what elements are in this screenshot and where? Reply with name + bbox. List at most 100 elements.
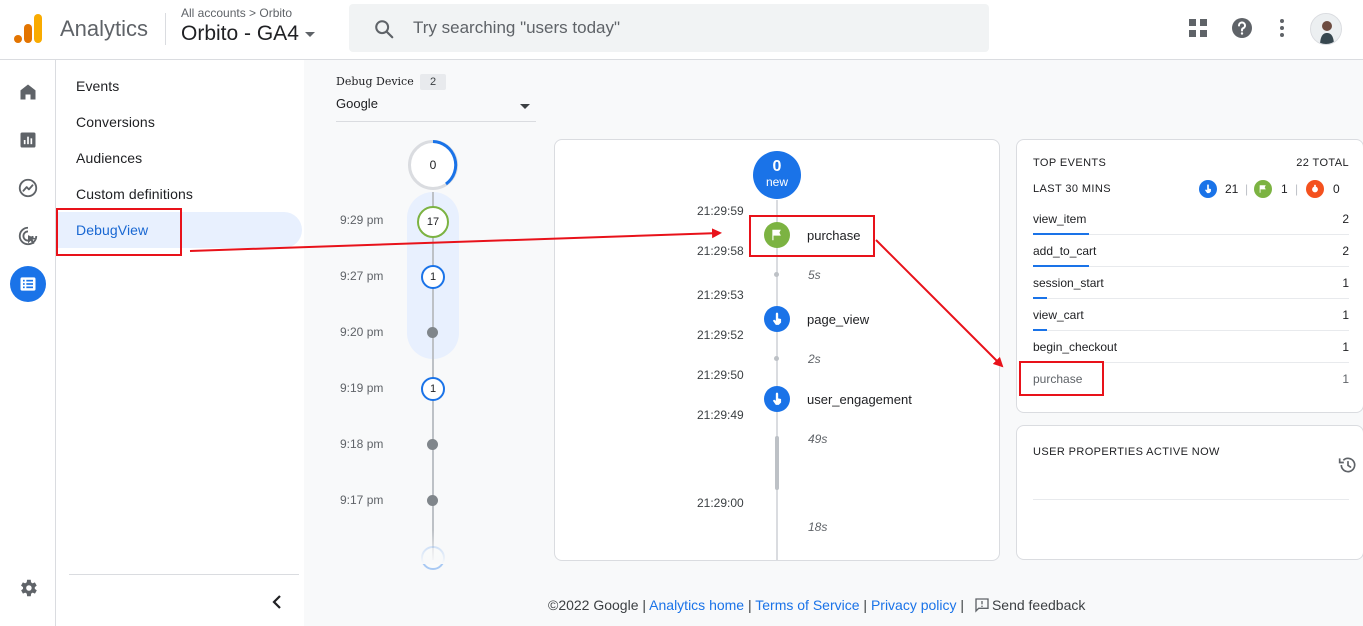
minute-label: 9:20 pm [340, 325, 384, 339]
top-event-name: view_item [1033, 212, 1087, 226]
top-event-row[interactable]: view_cart 1 [1033, 299, 1349, 331]
seconds-stream-card: 0 new 21:29:59 21:29:58 21:29:53 21:29:5… [554, 139, 1000, 561]
seconds-gap-segment [775, 436, 779, 490]
new-events-badge[interactable]: 0 new [753, 151, 801, 199]
minute-label: 9:18 pm [340, 437, 384, 451]
footer-separator: | [747, 597, 752, 613]
rail-advertising-button[interactable] [10, 218, 46, 254]
event-gap-duration: 18s [808, 520, 828, 534]
events-count-icon [1199, 180, 1217, 198]
errors-count-icon [1306, 180, 1324, 198]
top-event-row[interactable]: add_to_cart 2 [1033, 235, 1349, 267]
chevron-left-icon[interactable] [265, 590, 289, 614]
search-input[interactable] [413, 13, 973, 43]
event-timestamp: 21:29:00 [697, 496, 744, 510]
feedback-icon [975, 598, 989, 613]
footer-analytics-home-link[interactable]: Analytics home [649, 597, 744, 613]
count-separator: | [1245, 182, 1249, 196]
events-count: 21 [1225, 182, 1239, 196]
top-events-title: TOP EVENTS [1033, 157, 1107, 169]
new-events-label: new [765, 175, 788, 189]
conversions-count: 1 [1281, 182, 1288, 196]
home-icon [20, 84, 36, 100]
rail-configure-button[interactable] [10, 266, 46, 302]
debug-device-label: Debug Device [336, 75, 414, 88]
minute-count-circle[interactable]: 1 [421, 265, 445, 289]
send-feedback-label: Send feedback [991, 597, 1086, 613]
top-event-row[interactable]: session_start 1 [1033, 267, 1349, 299]
analytics-logo-icon[interactable] [14, 13, 42, 43]
footer-privacy-link[interactable]: Privacy policy [871, 597, 957, 613]
minutes-current-count: 0 [408, 140, 458, 190]
minute-count-circle[interactable]: 17 [417, 206, 449, 238]
avatar-icon [1311, 14, 1341, 44]
nav-divider [69, 574, 299, 575]
new-events-count: 0 [772, 158, 782, 175]
event-row-page-view[interactable] [764, 306, 790, 332]
account-breadcrumb[interactable]: All accounts > Orbito [181, 6, 292, 20]
header-divider [165, 13, 166, 45]
rail-settings-button[interactable] [10, 570, 46, 606]
apps-grid-icon[interactable] [1186, 16, 1210, 40]
top-event-name: begin_checkout [1033, 340, 1118, 354]
top-event-count: 1 [1342, 308, 1349, 322]
footer-separator: | [863, 597, 868, 613]
left-rail [0, 60, 56, 626]
explore-icon [18, 178, 38, 198]
event-name[interactable]: page_view [807, 312, 869, 327]
minute-empty-dot[interactable] [427, 495, 438, 506]
conversions-count-icon [1254, 180, 1272, 198]
user-properties-card: USER PROPERTIES ACTIVE NOW [1016, 425, 1363, 560]
search-icon [375, 20, 394, 39]
top-event-name: session_start [1033, 276, 1104, 290]
top-event-count: 1 [1342, 340, 1349, 354]
touch-icon [772, 312, 782, 325]
errors-count: 0 [1333, 182, 1340, 196]
event-name[interactable]: user_engagement [807, 392, 912, 407]
debug-device-select[interactable]: Google [336, 96, 536, 122]
configure-icon [20, 277, 36, 291]
configure-nav: Events Conversions Audiences Custom defi… [56, 60, 304, 626]
user-properties-divider [1033, 499, 1349, 500]
debug-device-value: Google [336, 96, 378, 111]
property-picker[interactable]: Orbito - GA4 [181, 22, 315, 46]
more-vert-icon[interactable] [1270, 16, 1294, 40]
nav-item-events[interactable]: Events [76, 78, 119, 94]
top-event-count: 2 [1342, 244, 1349, 258]
gap-dot [774, 272, 779, 277]
event-gap-duration: 49s [808, 432, 828, 446]
search-bar[interactable] [349, 4, 989, 52]
minute-count-circle[interactable]: 1 [421, 377, 445, 401]
minute-empty-dot[interactable] [427, 439, 438, 450]
event-timestamp: 21:29:53 [697, 288, 744, 302]
dropdown-arrow-icon [520, 104, 530, 109]
nav-item-audiences[interactable]: Audiences [76, 150, 142, 166]
minute-empty-dot[interactable] [427, 327, 438, 338]
reports-icon [20, 132, 36, 148]
user-properties-title: USER PROPERTIES ACTIVE NOW [1033, 446, 1220, 458]
top-event-row[interactable]: view_item 2 [1033, 203, 1349, 235]
event-row-user-engagement[interactable] [764, 386, 790, 412]
top-event-count: 1 [1342, 372, 1349, 386]
debug-device-count: 2 [420, 74, 446, 90]
minutes-fade-overlay [320, 530, 540, 564]
event-timestamp: 21:29:50 [697, 368, 744, 382]
rail-home-button[interactable] [10, 74, 46, 110]
send-feedback-button[interactable]: Send feedback [968, 597, 1085, 613]
nav-item-conversions[interactable]: Conversions [76, 114, 155, 130]
minute-label: 9:17 pm [340, 493, 384, 507]
footer-separator: | [960, 597, 965, 613]
event-gap-duration: 5s [808, 268, 821, 282]
property-name: Orbito - GA4 [181, 22, 299, 45]
account-avatar[interactable] [1310, 13, 1342, 45]
rail-reports-button[interactable] [10, 122, 46, 158]
top-event-count: 1 [1342, 276, 1349, 290]
annotation-box-purchase-event [749, 215, 875, 257]
history-icon[interactable] [1338, 455, 1358, 475]
nav-item-custom-definitions[interactable]: Custom definitions [76, 186, 193, 202]
count-separator: | [1295, 182, 1299, 196]
rail-explore-button[interactable] [10, 170, 46, 206]
top-event-row[interactable]: begin_checkout 1 [1033, 331, 1349, 363]
help-icon[interactable] [1230, 16, 1254, 40]
footer-terms-link[interactable]: Terms of Service [755, 597, 859, 613]
